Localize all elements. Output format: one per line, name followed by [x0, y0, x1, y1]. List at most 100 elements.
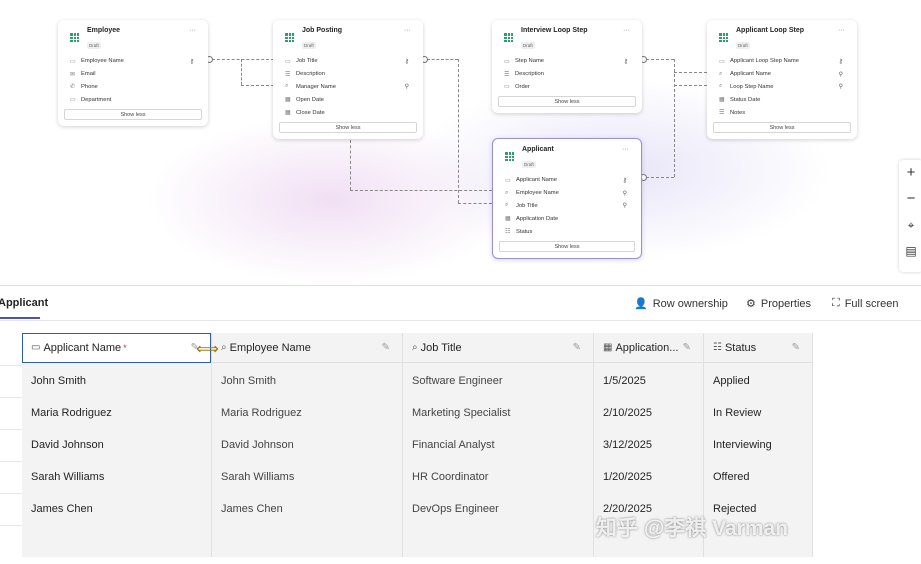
column-row[interactable]: ☷ Status: [499, 225, 635, 238]
relationship-line: [350, 140, 351, 190]
grid-cell[interactable]: In Review: [704, 397, 812, 429]
lookup-type-icon: ⌕: [221, 342, 227, 353]
grid-cell[interactable]: Maria Rodriguez: [22, 397, 211, 429]
column-row[interactable]: ⌕ Job Title ⚲: [499, 200, 635, 213]
fit-view-icon[interactable]: ⌖: [899, 212, 921, 238]
column-row[interactable]: ▦ Close Date: [279, 106, 417, 119]
zoom-out-icon[interactable]: −: [899, 186, 921, 212]
show-less-button[interactable]: Show less: [64, 109, 202, 121]
column-header[interactable]: ▦ Application... ✎: [594, 333, 703, 363]
edit-column-icon[interactable]: ✎: [683, 342, 691, 353]
grid-cell[interactable]: David Johnson: [212, 429, 402, 461]
more-options-icon[interactable]: ···: [623, 27, 630, 34]
more-options-icon[interactable]: ···: [622, 146, 629, 153]
grid-cell[interactable]: Software Engineer: [403, 365, 593, 397]
lookup-type-icon: ⌕: [285, 83, 289, 90]
relationship-line: [458, 203, 492, 204]
grid-cell[interactable]: John Smith: [22, 365, 211, 397]
grid-cell[interactable]: John Smith: [212, 365, 402, 397]
draft-badge: Draft: [87, 42, 101, 49]
grid-cell[interactable]: 1/20/2025: [594, 461, 703, 493]
edit-column-icon[interactable]: ✎: [573, 342, 581, 353]
column-row[interactable]: ⌕ Applicant Name ⚲: [713, 68, 851, 81]
grid-cell[interactable]: Interviewing: [704, 429, 812, 461]
grid-cell[interactable]: Sarah Williams: [22, 461, 211, 493]
draft-badge: Draft: [736, 42, 750, 49]
grid-cell[interactable]: James Chen: [212, 493, 402, 525]
table-icon: [285, 33, 294, 42]
column-row[interactable]: ⌕ Employee Name ⚲: [499, 187, 635, 200]
table-card-applicant[interactable]: Applicant Draft ··· ▭ Applicant Name ⚷ ⌕ Employ…: [492, 138, 642, 259]
column-row[interactable]: ⌕ Manager Name ⚲: [279, 81, 417, 94]
draft-badge: Draft: [522, 161, 536, 168]
grid-cell[interactable]: Financial Analyst: [403, 429, 593, 461]
draft-badge: Draft: [521, 42, 535, 49]
column-row[interactable]: ☰ Description: [279, 68, 417, 81]
grid-cell[interactable]: James Chen: [22, 493, 211, 525]
more-options-icon[interactable]: ···: [838, 27, 845, 34]
lookup-type-icon: ⌕: [505, 202, 509, 209]
row-ownership-button[interactable]: 👤 Row ownership: [634, 297, 728, 311]
lookup-icon: ⚲: [622, 190, 627, 197]
show-less-button[interactable]: Show less: [499, 240, 635, 252]
table-card-interview-loop-step[interactable]: Interview Loop Step Draft ··· ▭ Step Name ⚷ ☰ D…: [492, 20, 642, 114]
column-row[interactable]: ☰ Description: [498, 68, 636, 81]
grid-cell[interactable]: 3/12/2025: [594, 429, 703, 461]
minimap-icon[interactable]: ▤: [899, 238, 921, 264]
column-header[interactable]: ⌕ Employee Name ✎: [212, 333, 402, 363]
column-row[interactable]: ▦ Status Date: [713, 93, 851, 106]
multiline-type-icon: ☰: [285, 71, 291, 78]
date-type-icon: ▦: [603, 342, 613, 353]
grid-cell[interactable]: DevOps Engineer: [403, 493, 593, 525]
show-less-button[interactable]: Show less: [498, 96, 636, 108]
diagram-canvas[interactable]: Employee Draft ··· ▭ Employee Name ⚷ ✉ Email ✆ Ph…: [0, 0, 921, 286]
full-screen-button[interactable]: ⛶ Full screen: [832, 297, 899, 310]
more-options-icon[interactable]: ···: [189, 27, 196, 34]
grid-cell[interactable]: HR Coordinator: [403, 461, 593, 493]
show-less-button[interactable]: Show less: [713, 121, 851, 133]
table-card-employee[interactable]: Employee Draft ··· ▭ Employee Name ⚷ ✉ Email ✆ Ph…: [58, 20, 208, 127]
column-row[interactable]: ▭ Job Title ⚷: [279, 55, 417, 68]
more-options-icon[interactable]: ···: [404, 27, 411, 34]
column-header[interactable]: ☷ Status ✎: [704, 333, 812, 363]
grid-cell[interactable]: Marketing Specialist: [403, 397, 593, 429]
grid-cell[interactable]: 2/10/2025: [594, 397, 703, 429]
relationship-line: [646, 59, 674, 60]
column-resize-handle[interactable]: ⟺: [196, 339, 219, 359]
column-row[interactable]: ▭ Applicant Name ⚷: [499, 174, 635, 187]
panel-header: Applicant 👤 Row ownership ⚙ Properties ⛶ Fu…: [0, 287, 921, 321]
column-row[interactable]: ▭ Step Name ⚷: [498, 55, 636, 68]
grid-cell[interactable]: Sarah Williams: [212, 461, 402, 493]
edit-column-icon[interactable]: ✎: [382, 342, 390, 353]
grid-cell[interactable]: Maria Rodriguez: [212, 397, 402, 429]
table-icon: [505, 152, 514, 161]
show-less-button[interactable]: Show less: [279, 121, 417, 133]
column-row[interactable]: ▦ Open Date: [279, 93, 417, 106]
column-row[interactable]: ▭ Department: [64, 93, 202, 106]
grid-column: ⌕ Employee Name ✎ John Smith Maria Rodriguez…: [212, 333, 403, 557]
column-row[interactable]: ✆ Phone: [64, 81, 202, 94]
grid-cell[interactable]: Offered: [704, 461, 812, 493]
table-card-applicant-loop-step[interactable]: Applicant Loop Step Draft ··· ▭ Applicant Lo…: [707, 20, 857, 139]
relationship-line: [674, 85, 707, 86]
grid-cell[interactable]: 1/5/2025: [594, 365, 703, 397]
grid-cell[interactable]: Applied: [704, 365, 812, 397]
column-header[interactable]: ⌕ Job Title ✎: [403, 333, 593, 363]
column-row[interactable]: ☰ Notes: [713, 106, 851, 119]
column-row[interactable]: ▦ Application Date: [499, 212, 635, 225]
edit-column-icon[interactable]: ✎: [792, 342, 800, 353]
column-row[interactable]: ✉ Email: [64, 68, 202, 81]
column-row[interactable]: ▭ Order: [498, 81, 636, 94]
column-row[interactable]: ▭ Applicant Loop Step Name ⚷: [713, 55, 851, 68]
column-header[interactable]: ▭ Applicant Name * ✎: [22, 333, 211, 363]
text-type-icon: ▭: [719, 58, 725, 65]
multiline-type-icon: ☰: [719, 110, 725, 117]
column-row[interactable]: ▭ Employee Name ⚷: [64, 55, 202, 68]
table-card-job-posting[interactable]: Job Posting Draft ··· ▭ Job Title ⚷ ☰ Descripti…: [273, 20, 423, 139]
properties-button[interactable]: ⚙ Properties: [746, 297, 811, 311]
zoom-in-icon[interactable]: +: [899, 160, 921, 186]
tab-applicant[interactable]: Applicant: [0, 297, 48, 309]
column-row[interactable]: ⌕ Loop Step Name ⚲: [713, 81, 851, 94]
grid-cell[interactable]: David Johnson: [22, 429, 211, 461]
gear-icon: ⚙: [746, 298, 756, 310]
